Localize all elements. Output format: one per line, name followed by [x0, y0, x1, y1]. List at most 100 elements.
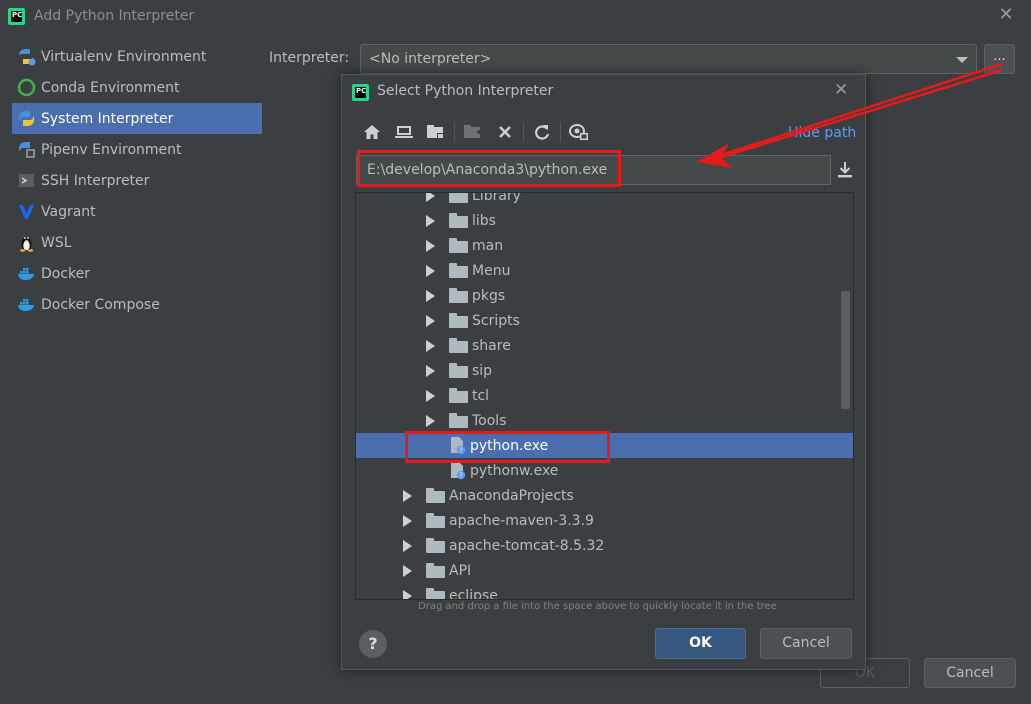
folder-icon	[426, 488, 445, 503]
tree-item-label: man	[472, 237, 504, 254]
python-file-icon: ?	[449, 461, 466, 480]
tree-folder-row[interactable]: pkgs	[356, 283, 853, 308]
folder-icon	[449, 413, 468, 428]
expand-arrow-icon[interactable]	[426, 389, 435, 402]
toolbar-separator	[523, 122, 524, 142]
tree-item-label: Scripts	[472, 312, 520, 329]
tree-item-label: apache-tomcat-8.5.32	[449, 537, 605, 554]
new-folder-icon[interactable]	[457, 119, 489, 145]
expand-arrow-icon[interactable]	[426, 289, 435, 302]
folder-icon	[449, 193, 468, 203]
tree-folder-row[interactable]: API	[356, 558, 853, 583]
chevron-down-icon[interactable]	[956, 57, 968, 63]
expand-arrow-icon[interactable]	[426, 314, 435, 327]
tree-folder-row[interactable]: Library	[356, 193, 853, 208]
sidebar-item-wsl[interactable]: WSL	[12, 227, 262, 258]
tree-item-label: apache-maven-3.3.9	[449, 512, 594, 529]
tree-folder-row[interactable]: AnacondaProjects	[356, 483, 853, 508]
interpreter-combobox[interactable]: <No interpreter>	[360, 44, 977, 74]
sidebar-item-docker[interactable]: Docker	[12, 258, 262, 289]
tree-folder-row[interactable]: tcl	[356, 383, 853, 408]
tree-folder-row[interactable]: man	[356, 233, 853, 258]
toolbar-separator	[560, 122, 561, 142]
expand-arrow-icon[interactable]	[403, 539, 412, 552]
sidebar-item-pipenv-environment[interactable]: Pipenv Environment	[12, 134, 262, 165]
folder-icon	[449, 288, 468, 303]
tree-folder-row[interactable]: Menu	[356, 258, 853, 283]
dialog-close-icon[interactable]: ✕	[834, 80, 848, 100]
tree-item-label: share	[472, 337, 511, 354]
tree-folder-row[interactable]: sip	[356, 358, 853, 383]
tree-folder-row[interactable]: share	[356, 333, 853, 358]
file-tree[interactable]: eclipse API apache-tomcat-8.5.32 apache-mav…	[355, 192, 854, 600]
browse-interpreter-button[interactable]: ...	[984, 44, 1015, 74]
tree-folder-row[interactable]: Tools	[356, 408, 853, 433]
tree-item-label: pythonw.exe	[470, 462, 559, 479]
pycharm-logo-icon: PC	[8, 8, 25, 25]
expand-arrow-icon[interactable]	[426, 239, 435, 252]
python-exe-highlight-box	[405, 431, 610, 463]
toolbar-separator	[454, 122, 455, 142]
folder-icon	[449, 388, 468, 403]
tree-folder-row[interactable]: apache-maven-3.3.9	[356, 508, 853, 533]
expand-arrow-icon[interactable]	[426, 214, 435, 227]
expand-arrow-icon[interactable]	[403, 589, 412, 599]
python-icon	[17, 109, 36, 128]
folder-icon	[426, 563, 445, 578]
sidebar-item-system-interpreter[interactable]: System Interpreter	[12, 103, 262, 134]
conda-icon	[17, 78, 36, 97]
sidebar-item-label: Docker Compose	[41, 296, 160, 313]
interpreter-combobox-value: <No interpreter>	[369, 51, 492, 67]
sidebar-item-label: Vagrant	[41, 203, 96, 220]
pycharm-logo-icon: PC	[352, 84, 369, 101]
expand-arrow-icon[interactable]	[426, 264, 435, 277]
expand-arrow-icon[interactable]	[426, 193, 435, 202]
sidebar-item-label: System Interpreter	[41, 110, 174, 127]
tree-item-label: tcl	[472, 387, 490, 404]
sidebar-item-docker-compose[interactable]: Docker Compose	[12, 289, 262, 320]
folder-icon	[449, 313, 468, 328]
folder-icon	[449, 363, 468, 378]
sidebar-item-label: Docker	[41, 265, 91, 282]
desktop-icon[interactable]	[388, 119, 420, 145]
tree-item-label: Tools	[472, 412, 507, 429]
tree-folder-row[interactable]: apache-tomcat-8.5.32	[356, 533, 853, 558]
window-titlebar: PC Add Python Interpreter ✕	[0, 0, 1031, 34]
refresh-icon[interactable]	[526, 119, 558, 145]
show-hidden-icon[interactable]	[563, 119, 595, 145]
sidebar-item-conda-environment[interactable]: Conda Environment	[12, 72, 262, 103]
window-close-icon[interactable]: ✕	[998, 6, 1014, 24]
help-button[interactable]: ?	[359, 630, 387, 658]
tree-folder-row[interactable]: eclipse	[356, 583, 853, 599]
expand-arrow-icon[interactable]	[426, 339, 435, 352]
hide-path-link[interactable]: Hide path	[788, 125, 856, 141]
dialog-cancel-button[interactable]: Cancel	[760, 628, 852, 659]
download-icon[interactable]	[836, 161, 854, 179]
project-folder-icon[interactable]	[420, 119, 452, 145]
delete-icon[interactable]	[489, 119, 521, 145]
folder-icon	[426, 588, 445, 599]
sidebar-item-virtualenv-environment[interactable]: Virtualenv Environment	[12, 41, 262, 72]
folder-icon	[449, 263, 468, 278]
home-icon[interactable]	[356, 119, 388, 145]
tree-item-label: AnacondaProjects	[449, 487, 574, 504]
tree-scrollbar[interactable]	[841, 291, 850, 409]
tree-folder-row[interactable]: Scripts	[356, 308, 853, 333]
expand-arrow-icon[interactable]	[403, 514, 412, 527]
sidebar-item-label: Pipenv Environment	[41, 141, 182, 158]
sidebar-item-ssh-interpreter[interactable]: SSH Interpreter	[12, 165, 262, 196]
tree-folder-row[interactable]: libs	[356, 208, 853, 233]
expand-arrow-icon[interactable]	[426, 364, 435, 377]
tree-item-label: Menu	[472, 262, 511, 279]
linux-icon	[17, 233, 36, 252]
sidebar-item-label: SSH Interpreter	[41, 172, 150, 189]
dialog-ok-button[interactable]: OK	[655, 628, 746, 659]
dialog-title: Select Python Interpreter	[377, 83, 554, 99]
expand-arrow-icon[interactable]	[403, 564, 412, 577]
expand-arrow-icon[interactable]	[403, 489, 412, 502]
main-cancel-button[interactable]: Cancel	[924, 658, 1016, 688]
svg-text:?: ?	[459, 472, 463, 480]
expand-arrow-icon[interactable]	[426, 414, 435, 427]
interpreter-label: Interpreter:	[269, 50, 350, 66]
sidebar-item-vagrant[interactable]: Vagrant	[12, 196, 262, 227]
